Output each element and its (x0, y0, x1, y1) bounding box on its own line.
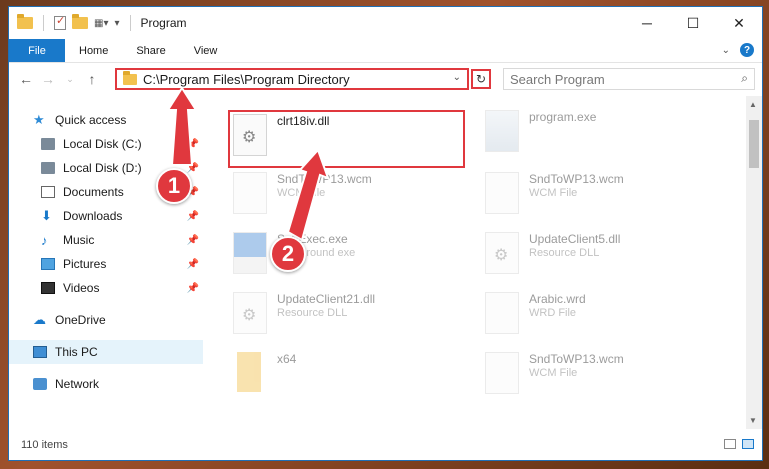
sidebar-item-network[interactable]: Network (9, 372, 203, 396)
close-button[interactable]: ✕ (716, 7, 762, 39)
sidebar-item-onedrive[interactable]: ☁ OneDrive (9, 308, 203, 332)
tab-view[interactable]: View (180, 39, 232, 62)
sidebar-item-this-pc[interactable]: This PC (9, 340, 203, 364)
videos-icon (41, 282, 55, 294)
music-icon: ♪ (41, 232, 48, 248)
folder-icon (237, 352, 261, 392)
scroll-up-icon[interactable]: ▲ (749, 100, 757, 109)
dll-file-icon (233, 292, 267, 334)
sidebar-item-local-disk-c[interactable]: Local Disk (C:) 📌 (9, 132, 203, 156)
search-input[interactable]: Search Program ⌕ (503, 68, 755, 90)
drive-icon (41, 138, 55, 150)
refresh-button[interactable]: ↻ (471, 69, 491, 89)
pin-icon[interactable]: 📌 (187, 139, 199, 150)
details-view-icon[interactable] (724, 439, 736, 449)
minimize-button[interactable]: ─ (624, 7, 670, 39)
explorer-window: ▦▾ ▾ Program ─ ☐ ✕ File Home Share View … (8, 6, 763, 461)
scroll-down-icon[interactable]: ▼ (749, 416, 757, 425)
large-icons-view-icon[interactable] (742, 439, 754, 449)
file-item-program-exe[interactable]: program.exe (485, 110, 596, 152)
highlight-box (228, 110, 465, 168)
drive-icon (41, 162, 55, 174)
folder-icon (17, 14, 33, 29)
sidebar-item-pictures[interactable]: Pictures 📌 (9, 252, 203, 276)
document-icon (41, 186, 55, 198)
help-icon[interactable]: ? (740, 43, 754, 57)
tab-share[interactable]: Share (122, 39, 179, 62)
vertical-scrollbar[interactable]: ▲ ▼ (746, 96, 762, 429)
file-icon (485, 352, 519, 394)
sidebar-item-quick-access[interactable]: ★ Quick access (9, 108, 203, 132)
file-icon (485, 172, 519, 214)
network-icon (33, 378, 47, 390)
file-item[interactable]: UpdateClient21.dll Resource DLL (233, 292, 375, 334)
recent-dropdown-icon[interactable]: ⌄ (59, 74, 81, 85)
sidebar-item-videos[interactable]: Videos 📌 (9, 276, 203, 300)
cloud-icon: ☁ (33, 312, 46, 327)
address-dropdown-icon[interactable]: ⌄ (453, 72, 461, 83)
back-arrow-icon[interactable]: ← (15, 71, 37, 87)
download-icon: ⬇ (41, 208, 52, 223)
new-folder-icon[interactable] (72, 14, 88, 29)
pin-icon[interactable]: 📌 (187, 235, 199, 246)
pc-icon (33, 346, 47, 358)
properties-icon[interactable] (54, 14, 66, 30)
tab-file[interactable]: File (9, 39, 65, 62)
status-bar: 110 items (9, 429, 762, 460)
scrollbar-thumb[interactable] (749, 120, 759, 168)
file-item[interactable]: Arabic.wrd WRD File (485, 292, 586, 334)
folder-item-x64[interactable]: x64 (233, 352, 296, 392)
window-title: Program (140, 16, 187, 30)
quick-access-toolbar: ▦▾ ▾ (9, 14, 135, 31)
toolbar-dropdown-icon[interactable]: ▾ (114, 18, 119, 29)
file-item[interactable]: SndToWP13.wcm WCM File (485, 172, 624, 214)
pin-icon[interactable]: 📌 (187, 259, 199, 270)
navigation-pane: ★ Quick access Local Disk (C:) 📌 Local D… (9, 96, 203, 429)
up-arrow-icon[interactable]: ↑ (81, 71, 103, 87)
exe-file-icon (233, 232, 267, 274)
file-item[interactable]: SndToWP13.wcm WCM File (485, 352, 624, 394)
file-item[interactable]: UpdateClient5.dll Resource DLL (485, 232, 620, 274)
title-bar: ▦▾ ▾ Program ─ ☐ ✕ (9, 7, 762, 39)
step-2-badge: 2 (270, 236, 306, 272)
sidebar-item-music[interactable]: ♪ Music 📌 (9, 228, 203, 252)
item-count: 110 items (21, 439, 68, 451)
file-icon (233, 172, 267, 214)
customize-toolbar-icon[interactable]: ▦▾ (94, 18, 108, 29)
search-icon: ⌕ (741, 71, 748, 85)
exe-file-icon (485, 110, 519, 152)
pictures-icon (41, 258, 55, 270)
pin-icon[interactable]: 📌 (187, 163, 199, 174)
address-path: C:\Program Files\Program Directory (143, 71, 350, 87)
address-bar[interactable]: C:\Program Files\Program Directory ⌄ (115, 68, 469, 90)
forward-arrow-icon[interactable]: → (37, 71, 59, 87)
dll-file-icon (485, 232, 519, 274)
folder-icon (123, 70, 137, 85)
address-row: ← → ⌄ ↑ C:\Program Files\Program Directo… (9, 63, 762, 95)
search-placeholder: Search Program (510, 71, 605, 87)
tab-home[interactable]: Home (65, 39, 122, 62)
star-icon: ★ (33, 112, 45, 127)
maximize-button[interactable]: ☐ (670, 7, 716, 39)
file-item[interactable]: SndToWP13.wcm WCM File (233, 172, 372, 214)
ribbon-tabs: File Home Share View ⌄ ? (9, 39, 762, 63)
expand-ribbon-icon[interactable]: ⌄ (722, 45, 730, 56)
step-1-badge: 1 (156, 168, 192, 204)
sidebar-item-downloads[interactable]: ⬇ Downloads 📌 (9, 204, 203, 228)
file-icon (485, 292, 519, 334)
pin-icon[interactable]: 📌 (187, 283, 199, 294)
pin-icon[interactable]: 📌 (187, 211, 199, 222)
